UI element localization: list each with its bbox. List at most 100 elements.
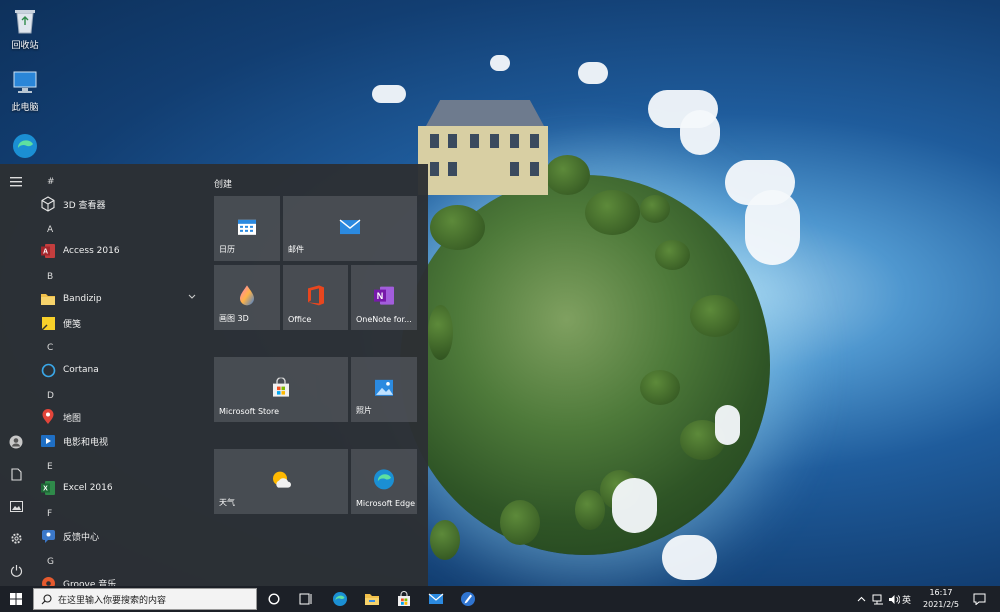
taskbar-file-explorer[interactable] (358, 586, 386, 612)
pictures-button[interactable] (4, 494, 28, 518)
letter-header-f[interactable]: F (47, 509, 52, 519)
windows-logo-icon (10, 593, 22, 605)
notification-icon (973, 593, 985, 605)
wallpaper-tree (430, 520, 460, 560)
letter-header-g[interactable]: G (47, 557, 54, 567)
letter-header-d[interactable]: D (47, 391, 54, 401)
this-pc-icon (13, 71, 37, 93)
app-item-excel[interactable]: X Excel 2016 (40, 477, 202, 499)
desktop-icon-recycle-bin[interactable]: 回收站 (0, 6, 50, 51)
svg-text:A: A (43, 249, 48, 256)
tile-microsoft-store[interactable]: Microsoft Store (214, 357, 348, 422)
clock-date: 2021/2/5 (923, 600, 959, 609)
edge-icon (13, 134, 37, 158)
input-method-indicator[interactable]: 英 (902, 593, 911, 606)
tile-onenote[interactable]: N OneNote for... (351, 265, 417, 330)
store-icon (271, 377, 291, 397)
chevron-up-icon (857, 596, 865, 602)
app-item-maps[interactable]: 地图 (40, 406, 202, 428)
desktop-icon-this-pc[interactable]: 此电脑 (0, 70, 50, 113)
tile-microsoft-edge[interactable]: Microsoft Edge (351, 449, 417, 514)
search-placeholder: 在这里输入你要搜索的内容 (58, 595, 167, 606)
volume-button[interactable] (885, 586, 903, 612)
letter-header-c[interactable]: C (47, 343, 53, 353)
task-view-button[interactable] (292, 586, 320, 612)
tile-paint-3d[interactable]: 画图 3D (214, 265, 280, 330)
search-icon (41, 593, 52, 604)
account-button[interactable] (4, 430, 28, 454)
power-button[interactable] (4, 558, 28, 582)
tile-group-title[interactable]: 创建 (214, 177, 232, 190)
movies-icon (40, 433, 56, 449)
start-button[interactable] (2, 586, 30, 612)
clock[interactable]: 16:17 2021/2/5 (916, 587, 966, 611)
taskbar-mail[interactable] (422, 586, 450, 612)
photos-icon (374, 378, 394, 396)
cortana-button[interactable] (260, 586, 288, 612)
hamburger-icon (10, 177, 22, 187)
wallpaper-house (418, 100, 548, 195)
taskbar-store[interactable] (390, 586, 418, 612)
wallpaper-cloud (662, 535, 717, 580)
settings-button[interactable] (4, 526, 28, 550)
wallpaper-tree (585, 190, 640, 235)
taskbar-edge[interactable] (326, 586, 354, 612)
speaker-icon (889, 594, 900, 604)
clock-time: 16:17 (929, 588, 953, 597)
app-item-bandizip[interactable]: Bandizip (40, 288, 202, 310)
picture-icon (9, 500, 23, 512)
letter-header-a[interactable]: A (47, 225, 53, 235)
app-item-movies-tv[interactable]: 电影和电视 (40, 430, 202, 452)
app-item-feedback-hub[interactable]: 反馈中心 (40, 525, 202, 547)
show-hidden-icons-button[interactable] (851, 586, 871, 612)
tile-calendar[interactable]: 日历 (214, 196, 280, 261)
wallpaper-tree (655, 240, 690, 270)
letter-header-b[interactable]: B (47, 272, 53, 282)
taskbar-pinned-app[interactable] (454, 586, 482, 612)
chevron-down-icon (188, 294, 196, 299)
documents-button[interactable] (4, 462, 28, 486)
groove-icon (40, 575, 56, 586)
wallpaper-cloud (745, 190, 800, 265)
gear-icon (10, 532, 22, 544)
tile-mail[interactable]: 邮件 (283, 196, 417, 261)
app-item-cortana[interactable]: Cortana (40, 359, 202, 381)
wallpaper-tree (500, 500, 540, 545)
letter-header-e[interactable]: E (47, 462, 53, 472)
tile-photos[interactable]: 照片 (351, 357, 417, 422)
tile-office[interactable]: Office (283, 265, 348, 330)
store-icon (398, 591, 410, 606)
excel-icon: X (40, 480, 56, 496)
wallpaper-cloud (578, 62, 608, 84)
app-list: # 3D 查看器 A A Access 2016 B Bandizip 便笺 C… (32, 164, 204, 586)
wallpaper-tree (575, 490, 605, 530)
recycle-bin-label: 回收站 (11, 41, 39, 51)
app-item-access[interactable]: A Access 2016 (40, 240, 202, 262)
3d-viewer-icon (40, 196, 56, 212)
network-icon (872, 594, 883, 604)
wallpaper-tree (430, 205, 485, 250)
paint3d-icon (238, 284, 256, 306)
mail-icon (428, 593, 444, 604)
tile-weather[interactable]: 天气 (214, 449, 348, 514)
app-item-sticky-notes[interactable]: 便笺 (40, 312, 202, 334)
app-item-3d-viewer[interactable]: 3D 查看器 (40, 193, 202, 215)
wallpaper-tree (640, 370, 680, 405)
wallpaper-tree (640, 195, 670, 223)
letter-header-hash[interactable]: # (47, 177, 55, 187)
wallpaper-cloud (680, 110, 720, 155)
expand-menu-button[interactable] (4, 170, 28, 194)
feather-app-icon (461, 592, 475, 606)
cortana-circle-icon (268, 593, 280, 605)
folder-icon (40, 291, 56, 307)
search-box[interactable]: 在这里输入你要搜索的内容 (33, 588, 257, 610)
weather-icon (270, 469, 292, 489)
action-center-button[interactable] (966, 586, 992, 612)
sticky-notes-icon (40, 315, 56, 331)
folder-icon (365, 594, 379, 605)
access-icon: A (40, 243, 56, 259)
power-icon (10, 564, 22, 577)
app-item-groove-music[interactable]: Groove 音乐 (40, 572, 202, 586)
user-icon (9, 435, 23, 449)
desktop-icon-edge[interactable] (0, 132, 50, 164)
